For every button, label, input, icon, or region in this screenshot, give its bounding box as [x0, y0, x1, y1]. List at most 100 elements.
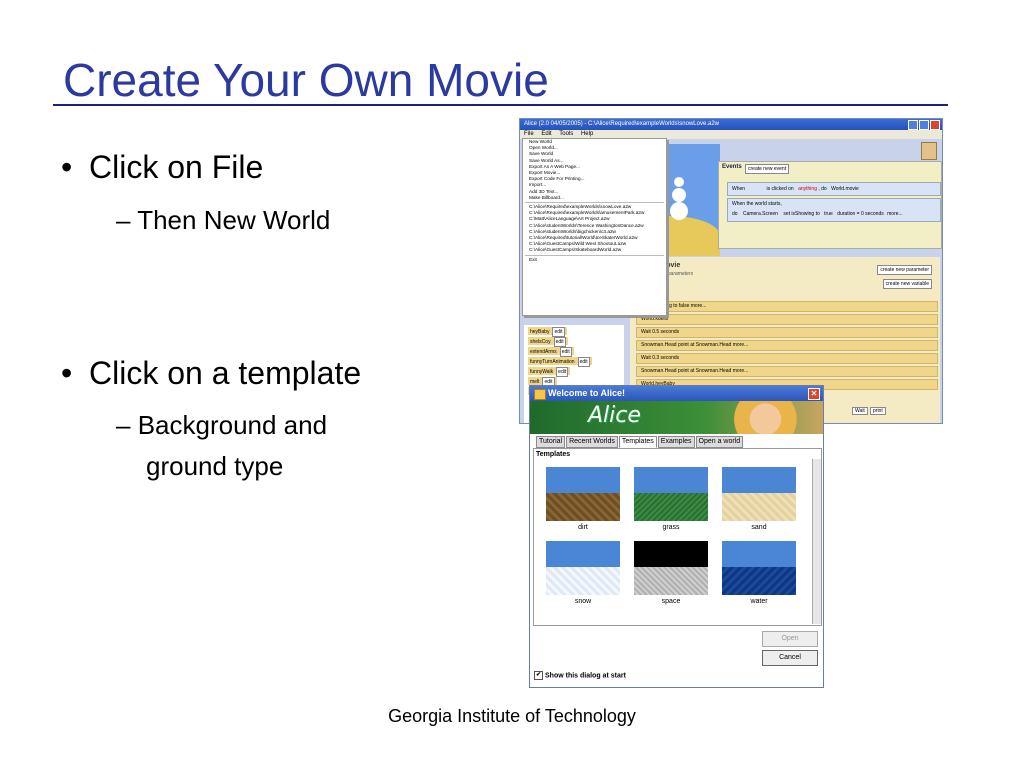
code-line[interactable]: Wait 0.3 seconds [636, 353, 938, 364]
menu-item-exit[interactable]: Exit [523, 257, 666, 263]
template-water[interactable]: water [722, 541, 796, 605]
create-parameter-button[interactable]: create new parameter [877, 265, 932, 275]
recent-world-item[interactable]: C:\Alice\GuestCamps\SkateboardWorld.a2w [523, 247, 666, 253]
template-label: water [750, 598, 768, 605]
event-target-text: World.movie [831, 186, 859, 192]
event-true-text: true [824, 211, 833, 217]
wait-button[interactable]: Wait [852, 407, 868, 415]
sub-bullet-ground: ground type [146, 449, 283, 483]
template-space[interactable]: space [634, 541, 708, 605]
clipboard-icon[interactable] [921, 142, 937, 160]
template-ground [546, 493, 620, 521]
bullet-text: Click on File [89, 149, 264, 185]
event-world-starts[interactable]: When the world starts, do Camera.Screen … [727, 198, 941, 222]
print-button[interactable]: print [870, 407, 886, 415]
alice-titlebar: Alice (2.0 04/05/2005) - C:\Alice\Requir… [520, 119, 942, 130]
method-item[interactable]: funnyTurnAnimation edit [528, 357, 592, 367]
method-item[interactable]: melt edit [528, 377, 557, 387]
file-menu-dropdown: New World Open World... Save World Save … [522, 138, 667, 316]
tab-examples[interactable]: Examples [657, 436, 695, 448]
menu-separator [525, 202, 664, 204]
event-duration-text: duration = 0 seconds [837, 211, 884, 217]
template-sky [722, 541, 796, 567]
dialog-titlebar: Welcome to Alice! ✕ [530, 386, 823, 401]
edit-button[interactable]: edit [556, 367, 569, 377]
menu-edit[interactable]: Edit [541, 131, 551, 137]
bullet-dot: • [61, 355, 73, 391]
template-label: sand [751, 524, 767, 531]
create-variable-button[interactable]: create new variable [882, 279, 932, 289]
menu-separator [525, 254, 664, 256]
maximize-icon[interactable] [919, 120, 929, 130]
template-sky [634, 541, 708, 567]
menu-tools[interactable]: Tools [559, 131, 573, 137]
event-when-text: When [732, 186, 746, 192]
bullet-click-file: • Click on File [61, 148, 263, 186]
welcome-dialog: Welcome to Alice! ✕ Alice Tutorial Recent… [529, 385, 824, 688]
edit-button[interactable]: edit [553, 337, 566, 347]
dash: – [116, 410, 138, 440]
window-title: Alice (2.0 04/05/2005) - C:\Alice\Requir… [524, 121, 719, 127]
templates-scrollbar[interactable] [812, 459, 821, 624]
template-sky [634, 467, 708, 493]
sub-bullet-new-world: – Then New World [116, 203, 330, 237]
template-sand[interactable]: sand [722, 467, 796, 531]
method-item[interactable]: heyBaby edit [528, 327, 567, 337]
close-icon[interactable]: ✕ [808, 388, 820, 400]
alice-logo: Alice [588, 403, 641, 428]
snowman [666, 172, 690, 226]
alice-character-image [717, 401, 805, 434]
code-line[interactable]: Snowman.Head point at Snowman.Head more.… [636, 340, 938, 351]
event-when-clicked[interactable]: When is clicked on anything , do World.m… [727, 182, 941, 196]
tab-tutorial[interactable]: Tutorial [536, 436, 566, 448]
template-label: snow [574, 598, 592, 605]
sub-bullet-background: – Background and [116, 408, 327, 442]
template-ground [722, 493, 796, 521]
code-line[interactable]: Wait 0.5 seconds [636, 327, 938, 338]
alice-banner: Alice [530, 401, 823, 434]
open-button[interactable]: Open [762, 631, 818, 647]
slide-title: Create Your Own Movie [63, 54, 549, 106]
sub-bullet-text: ground type [146, 451, 284, 481]
template-dirt[interactable]: dirt [546, 467, 620, 531]
close-icon[interactable] [930, 120, 940, 130]
edit-button[interactable]: edit [559, 347, 572, 357]
events-panel: Events create new event When is clicked … [718, 161, 942, 249]
event-clicked-text: is clicked on [766, 186, 794, 192]
template-ground [722, 567, 796, 595]
code-line[interactable]: set isShowing to false more... [636, 301, 938, 312]
template-sky [546, 541, 620, 567]
code-line[interactable]: Snowman.Head point at Snowman.Head more.… [636, 366, 938, 377]
tab-open-a-world[interactable]: Open a world [695, 436, 744, 448]
create-event-button[interactable]: create new event [745, 164, 790, 174]
edit-button[interactable]: edit [577, 357, 590, 367]
edit-button[interactable]: edit [552, 327, 565, 337]
menu-help[interactable]: Help [581, 131, 593, 137]
bullet-text: Click on a template [89, 355, 362, 391]
template-label: dirt [578, 524, 588, 531]
window-controls [907, 120, 940, 131]
event-world-starts-text: When the world starts, [732, 201, 782, 207]
cancel-button[interactable]: Cancel [762, 650, 818, 666]
event-more-text: more... [887, 211, 903, 217]
footer: Georgia Institute of Technology [388, 706, 636, 726]
sub-bullet-text: Then New World [137, 205, 331, 235]
minimize-icon[interactable] [908, 120, 918, 130]
method-item[interactable]: shelsCoy edit [528, 337, 568, 347]
template-ground [546, 567, 620, 595]
show-at-start-option[interactable]: ✔ Show this dialog at start [534, 671, 626, 680]
menu-item-make-billboard[interactable]: Make Billboard... [523, 195, 666, 201]
code-line[interactable]: World.kdelis [636, 314, 938, 325]
tab-templates[interactable]: Templates [618, 436, 657, 448]
template-ground [634, 493, 708, 521]
menu-file[interactable]: File [524, 131, 534, 137]
template-grass[interactable]: grass [634, 467, 708, 531]
tab-recent-worlds[interactable]: Recent Worlds [566, 436, 618, 448]
alice-app-icon [534, 389, 546, 400]
template-snow[interactable]: snow [546, 541, 620, 605]
checkbox[interactable]: ✔ [534, 671, 543, 680]
method-item[interactable]: extendArms edit [528, 347, 574, 357]
method-item[interactable]: funnyWalk edit [528, 367, 571, 377]
dash: – [116, 205, 138, 235]
event-do-text: , do [818, 186, 827, 192]
